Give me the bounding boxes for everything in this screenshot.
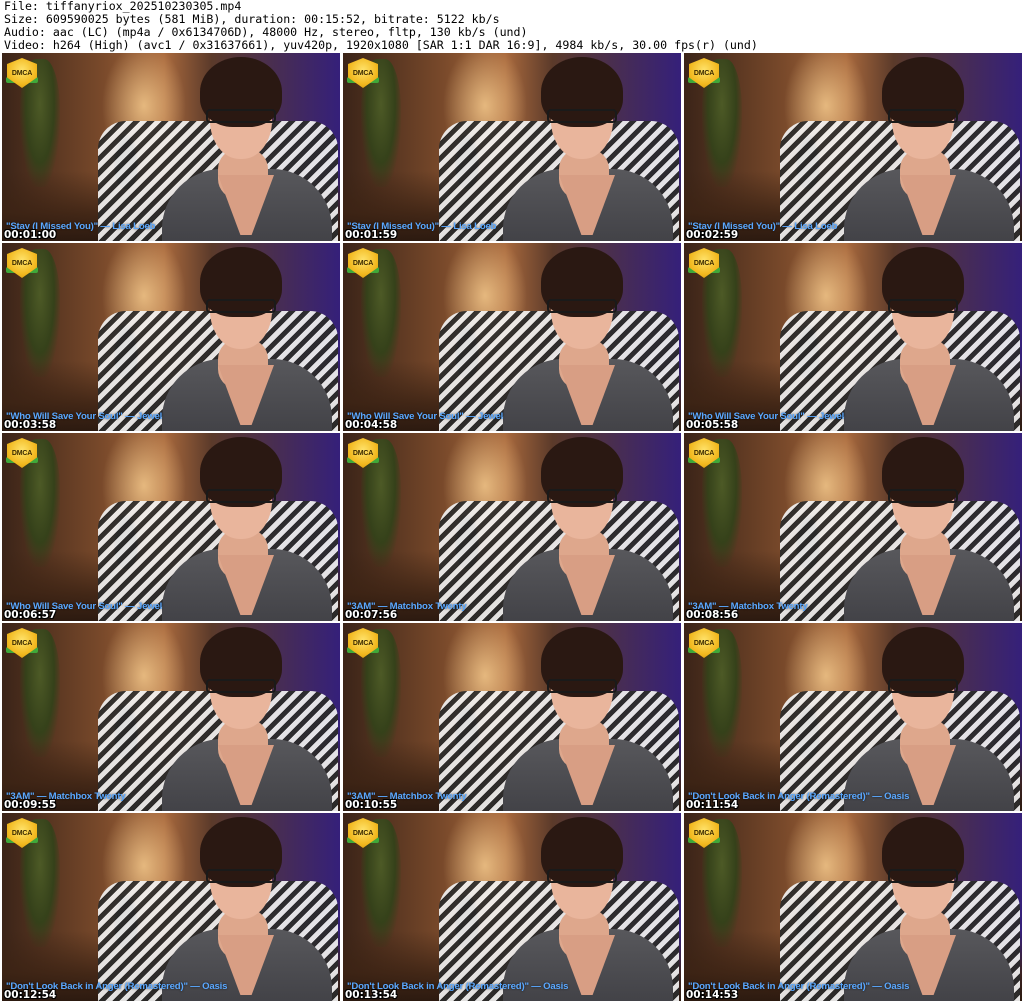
badge-label: DMCA xyxy=(11,449,33,457)
person-figure xyxy=(162,57,332,241)
person-figure xyxy=(844,437,1014,621)
timestamp-label: 00:07:56 xyxy=(345,609,398,621)
person-figure xyxy=(162,247,332,431)
badge-label: DMCA xyxy=(693,69,715,77)
glasses-icon xyxy=(547,679,617,693)
badge-label: DMCA xyxy=(11,259,33,267)
glasses-icon xyxy=(206,679,276,693)
timestamp-label: 00:06:57 xyxy=(4,609,57,621)
glasses-icon xyxy=(206,109,276,123)
video-thumbnail[interactable]: DMCA "Don't Look Back in Anger (Remaster… xyxy=(343,813,681,1001)
person-figure xyxy=(844,817,1014,1001)
timestamp-label: 00:10:55 xyxy=(345,799,398,811)
video-thumbnail[interactable]: DMCA "Don't Look Back in Anger (Remaster… xyxy=(684,623,1022,811)
timestamp-label: 00:04:58 xyxy=(345,419,398,431)
glasses-icon xyxy=(547,299,617,313)
glasses-icon xyxy=(206,869,276,883)
video-thumbnail[interactable]: DMCA "Who Will Save Your Soul" — Jewel 0… xyxy=(684,243,1022,431)
person-figure xyxy=(844,57,1014,241)
badge-label: DMCA xyxy=(352,259,374,267)
badge-label: DMCA xyxy=(693,639,715,647)
video-thumbnail[interactable]: DMCA "Who Will Save Your Soul" — Jewel 0… xyxy=(343,243,681,431)
badge-label: DMCA xyxy=(693,449,715,457)
timestamp-label: 00:11:54 xyxy=(686,799,739,811)
person-figure xyxy=(503,437,673,621)
glasses-icon xyxy=(888,489,958,503)
timestamp-label: 00:09:55 xyxy=(4,799,57,811)
file-info-header: File: tiffanyriox_202510230305.mp4 Size: … xyxy=(4,0,1020,52)
badge-label: DMCA xyxy=(352,449,374,457)
badge-label: DMCA xyxy=(11,69,33,77)
thumbnail-grid: DMCA "Stay (I Missed You)" — Lisa Loeb 0… xyxy=(2,53,1022,1003)
badge-label: DMCA xyxy=(11,639,33,647)
person-figure xyxy=(503,57,673,241)
video-thumbnail[interactable]: DMCA "3AM" — Matchbox Twenty 00:09:55 xyxy=(2,623,340,811)
video-thumbnail[interactable]: DMCA "Stay (I Missed You)" — Lisa Loeb 0… xyxy=(684,53,1022,241)
badge-label: DMCA xyxy=(693,829,715,837)
video-thumbnail[interactable]: DMCA "Who Will Save Your Soul" — Jewel 0… xyxy=(2,433,340,621)
glasses-icon xyxy=(547,489,617,503)
person-figure xyxy=(162,817,332,1001)
badge-label: DMCA xyxy=(352,829,374,837)
glasses-icon xyxy=(888,299,958,313)
glasses-icon xyxy=(547,869,617,883)
video-thumbnail[interactable]: DMCA "Stay (I Missed You)" — Lisa Loeb 0… xyxy=(2,53,340,241)
timestamp-label: 00:03:58 xyxy=(4,419,57,431)
timestamp-label: 00:12:54 xyxy=(4,989,57,1001)
glasses-icon xyxy=(888,679,958,693)
badge-label: DMCA xyxy=(11,829,33,837)
timestamp-label: 00:08:56 xyxy=(686,609,739,621)
badge-label: DMCA xyxy=(352,639,374,647)
video-thumbnail[interactable]: DMCA "Don't Look Back in Anger (Remaster… xyxy=(2,813,340,1001)
video-info-line: Video: h264 (High) (avc1 / 0x31637661), … xyxy=(4,38,758,52)
video-thumbnail[interactable]: DMCA "Don't Look Back in Anger (Remaster… xyxy=(684,813,1022,1001)
person-figure xyxy=(162,437,332,621)
timestamp-label: 00:01:59 xyxy=(345,229,398,241)
badge-label: DMCA xyxy=(352,69,374,77)
timestamp-label: 00:02:59 xyxy=(686,229,739,241)
timestamp-label: 00:13:54 xyxy=(345,989,398,1001)
glasses-icon xyxy=(888,869,958,883)
video-thumbnail[interactable]: DMCA "Stay (I Missed You)" — Lisa Loeb 0… xyxy=(343,53,681,241)
video-thumbnail[interactable]: DMCA "3AM" — Matchbox Twenty 00:10:55 xyxy=(343,623,681,811)
person-figure xyxy=(844,627,1014,811)
person-figure xyxy=(162,627,332,811)
glasses-icon xyxy=(206,299,276,313)
timestamp-label: 00:05:58 xyxy=(686,419,739,431)
glasses-icon xyxy=(547,109,617,123)
person-figure xyxy=(844,247,1014,431)
video-thumbnail[interactable]: DMCA "Who Will Save Your Soul" — Jewel 0… xyxy=(2,243,340,431)
person-figure xyxy=(503,247,673,431)
timestamp-label: 00:01:00 xyxy=(4,229,57,241)
person-figure xyxy=(503,817,673,1001)
video-thumbnail[interactable]: DMCA "3AM" — Matchbox Twenty 00:07:56 xyxy=(343,433,681,621)
glasses-icon xyxy=(206,489,276,503)
person-figure xyxy=(503,627,673,811)
glasses-icon xyxy=(888,109,958,123)
video-thumbnail[interactable]: DMCA "3AM" — Matchbox Twenty 00:08:56 xyxy=(684,433,1022,621)
timestamp-label: 00:14:53 xyxy=(686,989,739,1001)
badge-label: DMCA xyxy=(693,259,715,267)
